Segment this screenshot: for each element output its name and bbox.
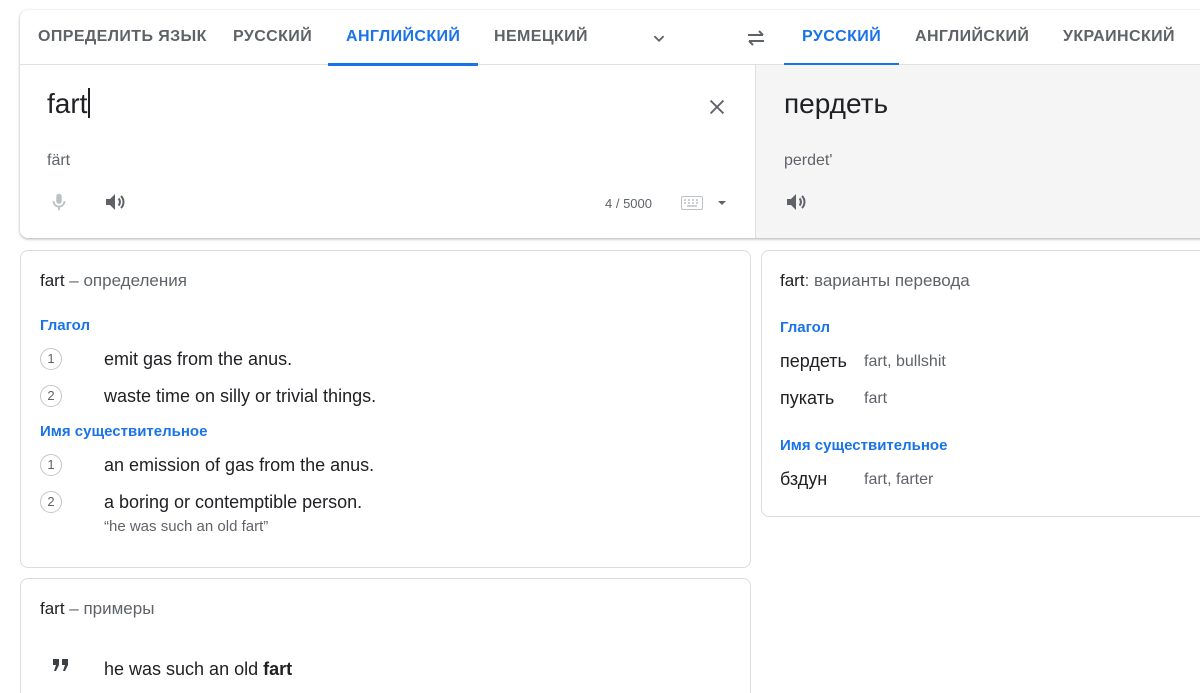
definition-text: a boring or contemptible person. (104, 492, 363, 512)
pos-label-noun: Имя существительное (780, 437, 948, 454)
tab-source-russian[interactable]: РУССКИЙ (233, 10, 312, 65)
definitions-title: fart – определения (40, 271, 187, 291)
pos-label-verb: Глагол (40, 317, 90, 334)
examples-word: fart (40, 599, 65, 618)
language-bar: ОПРЕДЕЛИТЬ ЯЗЫК РУССКИЙ АНГЛИЙСКИЙ НЕМЕЦ… (20, 10, 1200, 66)
tab-source-english[interactable]: АНГЛИЙСКИЙ (327, 10, 479, 66)
character-counter: 4 / 5000 (605, 196, 652, 211)
text-caret (88, 88, 90, 118)
translation-synonyms: fart, farter (864, 471, 934, 488)
tab-target-english[interactable]: АНГЛИЙСКИЙ (915, 10, 1029, 65)
definition-number: 2 (40, 385, 62, 407)
pos-label-noun: Имя существительное (40, 423, 208, 440)
swap-arrows-icon[interactable] (744, 26, 768, 55)
definition-text: an emission of gas from the anus. (104, 455, 375, 475)
tab-source-german[interactable]: НЕМЕЦКИЙ (494, 10, 588, 65)
definition-number: 2 (40, 491, 62, 513)
chevron-down-icon[interactable] (648, 27, 670, 54)
keyboard-icon[interactable] (681, 196, 703, 215)
definition-number: 1 (40, 454, 62, 476)
examples-title: fart – примеры (40, 599, 154, 619)
tab-detect-language[interactable]: ОПРЕДЕЛИТЬ ЯЗЫК (38, 10, 207, 65)
translator-panel: ОПРЕДЕЛИТЬ ЯЗЫК РУССКИЙ АНГЛИЙСКИЙ НЕМЕЦ… (20, 10, 1200, 238)
translation-synonyms: fart (864, 390, 888, 407)
translation-word[interactable]: пукать (780, 388, 834, 409)
source-text: fart (47, 88, 88, 119)
speaker-icon[interactable] (103, 190, 127, 219)
translation-word[interactable]: пердеть (780, 351, 847, 372)
tab-target-ukrainian[interactable]: УКРАИНСКИЙ (1063, 10, 1175, 65)
translation-word[interactable]: бздун (780, 469, 827, 490)
caret-down-icon[interactable] (716, 195, 728, 213)
definition-example: “he was such an old fart” (104, 518, 269, 535)
quote-icon (52, 656, 70, 677)
definitions-card: fart – определения Глагол 1 emit gas fro… (20, 250, 751, 568)
examples-subtitle: – примеры (64, 599, 155, 618)
speaker-icon[interactable] (784, 190, 808, 219)
definitions-subtitle: – определения (64, 271, 187, 290)
definitions-word: fart (40, 271, 65, 290)
translations-card: fart: варианты перевода Глагол пердеть f… (761, 250, 1200, 517)
example-text: he was such an old (104, 659, 264, 679)
definition-number: 1 (40, 348, 62, 370)
translations-subtitle: : варианты перевода (804, 271, 970, 290)
definition-text: waste time on silly or trivial things. (104, 386, 377, 406)
example-highlight: fart (263, 659, 293, 679)
definition-text: emit gas from the anus. (104, 349, 293, 369)
target-transliteration: perdet' (784, 152, 833, 169)
translation-output: пердеть perdet' (755, 65, 1200, 238)
source-transliteration: färt (47, 152, 71, 169)
translations-word: fart (780, 271, 805, 290)
target-text: пердеть (784, 88, 889, 119)
close-icon[interactable] (706, 96, 728, 123)
examples-card: fart – примеры he was such an old fart (20, 578, 751, 693)
microphone-icon[interactable] (48, 190, 70, 219)
translations-title: fart: варианты перевода (780, 271, 970, 291)
pos-label-verb: Глагол (780, 319, 830, 336)
tab-target-russian[interactable]: РУССКИЙ (783, 10, 900, 66)
translation-synonyms: fart, bullshit (864, 353, 946, 370)
